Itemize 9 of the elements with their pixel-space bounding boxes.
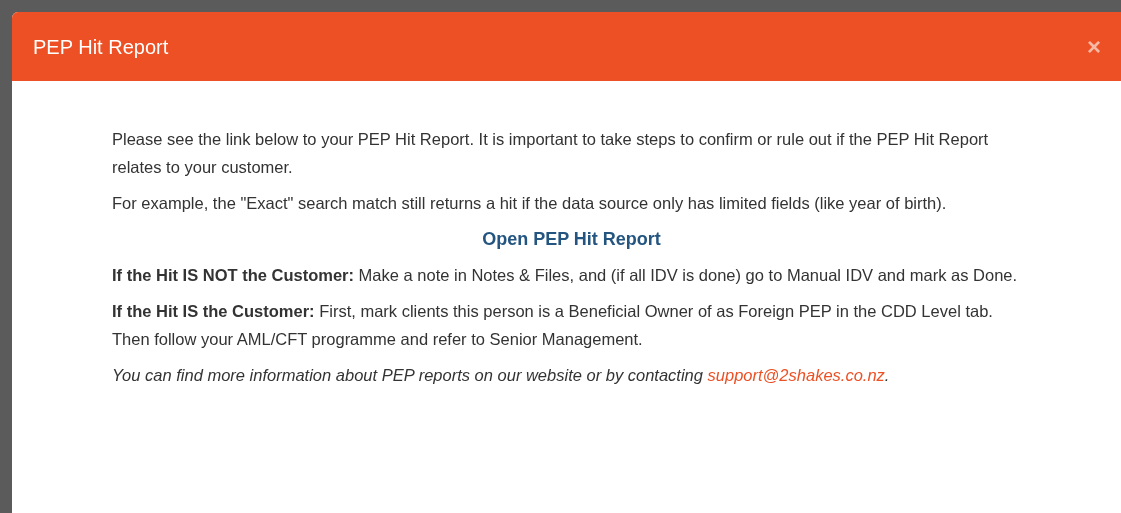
dialog-title: PEP Hit Report	[33, 34, 169, 60]
paragraph: If the Hit IS the Customer: First, mark clients this person is a Beneficial Owner of as Foreign PEP in the CDD Level tab. Then follow your AML/CFT programme and refer to Senior Management.	[112, 301, 994, 350]
info-note: You can find more information about PEP reports on our website or by contacting support@2shakes.co.nz.	[112, 365, 891, 386]
paragraph: For example, the "Exact" search match still returns a hit if the data source only has limited fields (like year of birth).	[112, 193, 948, 214]
paragraph: If the Hit IS NOT the Customer: Make a note in Notes & Files, and (if all IDV is done) go to Manual IDV and mark as Done.	[112, 265, 1019, 286]
close-button[interactable]: ×	[1083, 34, 1105, 59]
report-link[interactable]: Open PEP Hit Report	[482, 225, 661, 253]
email-link[interactable]: support@2shakes.co.nz	[707, 366, 885, 384]
paragraph: Please see the link below to your PEP Hit Report. It is important to take steps to confirm or rule out if the PEP Hit Report relates to your customer.	[112, 129, 990, 178]
